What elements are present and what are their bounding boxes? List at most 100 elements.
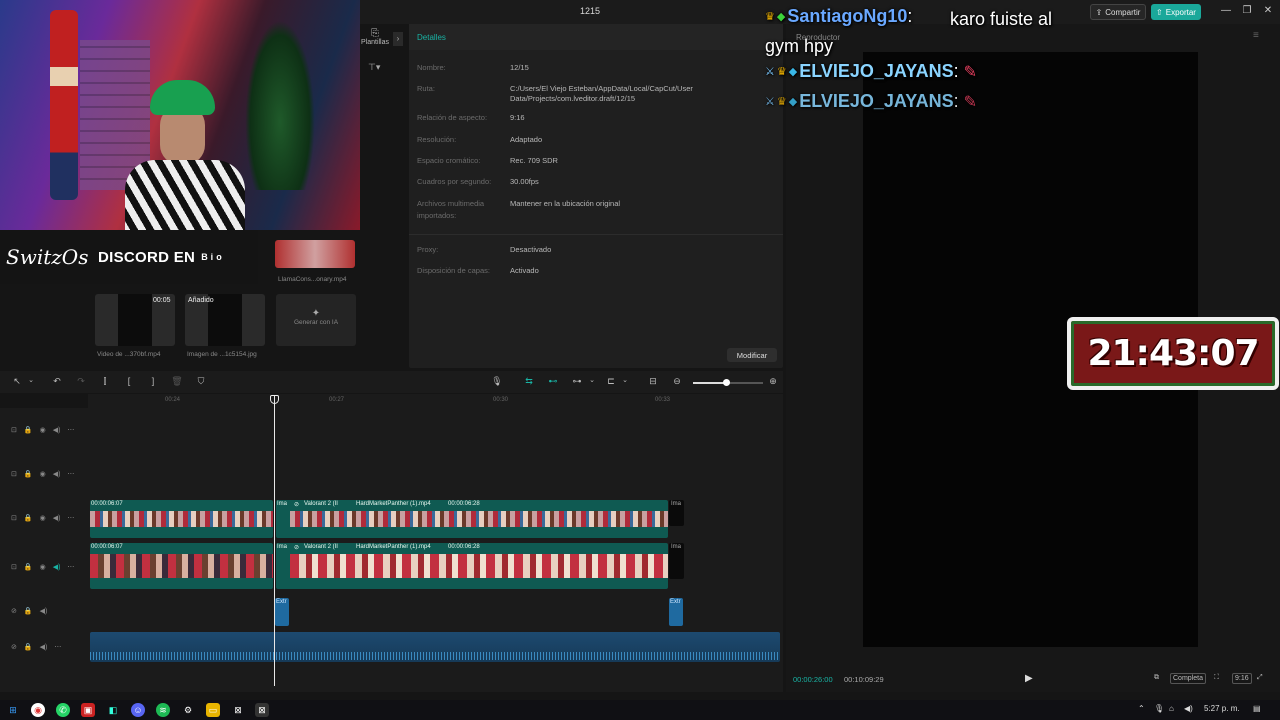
capcut-icon[interactable]: ⊠ [231, 703, 245, 717]
collapse-chevron-icon[interactable]: › [393, 32, 403, 46]
audio-clip[interactable] [90, 632, 780, 662]
tray-chevron-up-icon[interactable]: ⌃ [1138, 704, 1145, 713]
lock-icon[interactable]: 🔒 [24, 607, 33, 615]
eye-icon[interactable]: ◉ [40, 563, 46, 571]
trim-left-icon[interactable]: [ [122, 376, 136, 386]
chevron-down-icon[interactable]: ⌄ [585, 376, 599, 384]
zoom-out-icon[interactable]: ⊖ [670, 376, 684, 387]
expand-icon[interactable]: ⤢ [1255, 673, 1265, 684]
windows-start-icon[interactable]: ⊞ [6, 703, 20, 717]
notification-icon[interactable]: ▤ [1253, 704, 1261, 713]
delete-icon[interactable]: 🗑 [170, 376, 184, 387]
chevron-down-icon[interactable]: ⌄ [24, 376, 38, 384]
undo-icon[interactable]: ↶ [50, 376, 64, 387]
filter-icon[interactable]: ⊤▾ [368, 62, 380, 73]
redo-icon[interactable]: ↷ [74, 376, 88, 387]
audio-icon[interactable]: ◀) [53, 470, 61, 478]
magnet-icon[interactable]: ⊷ [546, 376, 560, 387]
effect-clip[interactable]: Extr [275, 598, 289, 626]
more-icon[interactable]: ⋯ [67, 563, 74, 571]
close-button[interactable]: ✕ [1261, 5, 1275, 16]
modify-button[interactable]: Modificar [727, 348, 777, 362]
clock-time[interactable]: 5:27 p. m. [1204, 704, 1240, 713]
discord-icon[interactable]: ☺ [131, 703, 145, 717]
media-thumb[interactable]: 00:05 [95, 294, 175, 346]
maximize-button[interactable]: ❐ [1240, 5, 1254, 16]
media-thumb[interactable]: Añadido [185, 294, 265, 346]
link-clips-icon[interactable]: ⊶ [570, 376, 584, 387]
playhead-handle[interactable] [270, 395, 279, 404]
link-icon[interactable]: ⇆ [522, 376, 536, 387]
volume-icon[interactable]: ◀) [1184, 704, 1193, 713]
chrome-icon[interactable]: ◉ [31, 703, 45, 717]
full-quality-button[interactable]: Completa [1170, 673, 1206, 684]
audio-icon[interactable]: ◀) [53, 563, 61, 571]
snap-icon[interactable]: ⊏ [604, 376, 618, 387]
audio-icon[interactable]: ◀) [40, 643, 48, 651]
export-button[interactable]: ⇧ Exportar [1151, 4, 1201, 20]
lock-icon[interactable]: 🔒 [24, 426, 33, 434]
menu-icon[interactable]: ≡ [1253, 30, 1259, 41]
lock-icon[interactable]: 🔒 [24, 514, 33, 522]
trim-right-icon[interactable]: ] [146, 376, 160, 386]
shield-icon[interactable]: ⛉ [194, 376, 208, 387]
templates-tab[interactable]: ⎘ Plantillas [360, 28, 390, 46]
track-thumb-icon[interactable]: ⊡ [11, 514, 17, 522]
whatsapp-icon[interactable]: ✆ [56, 703, 70, 717]
audio-icon[interactable]: ◀) [40, 607, 48, 615]
media-thumb[interactable] [275, 240, 355, 268]
playhead[interactable] [274, 396, 275, 686]
audio-track-icon[interactable]: ⊘ [11, 643, 17, 651]
network-icon[interactable]: ⌂ [1169, 704, 1174, 713]
details-title: Detalles [417, 33, 446, 42]
zoom-in-icon[interactable]: ⊕ [766, 376, 780, 387]
emote-icon: ✎ [963, 94, 978, 111]
more-icon[interactable]: ⋯ [67, 514, 74, 522]
share-button[interactable]: ⇪ Compartir [1090, 4, 1146, 20]
eye-icon[interactable]: ◉ [40, 426, 46, 434]
eye-icon[interactable]: ◉ [40, 514, 46, 522]
more-icon[interactable]: ⋯ [67, 426, 74, 434]
capcut-active-icon[interactable]: ⊠ [255, 703, 269, 717]
discord-text: DISCORD EN [98, 248, 196, 266]
play-icon[interactable]: ▶ [1025, 673, 1033, 684]
split-icon[interactable]: ⫿ [98, 376, 112, 387]
generate-ai-card[interactable]: ✦ Generar con IA [276, 294, 356, 346]
microphone-icon[interactable]: 🎙 [1154, 704, 1164, 713]
file-explorer-icon[interactable]: ▭ [206, 703, 220, 717]
app-icon[interactable]: ◧ [106, 703, 120, 717]
lock-icon[interactable]: 🔒 [24, 563, 33, 571]
video-clip[interactable]: Ima ⊘ Valorant 2 (II HardMarketPanther (… [276, 500, 668, 538]
track-thumb-icon[interactable]: ⊡ [11, 563, 17, 571]
crop-icon[interactable]: ⧉ [1152, 673, 1161, 684]
ratio-button[interactable]: 9:16 [1232, 673, 1252, 684]
video-clip[interactable]: Ima ⊘ Valorant 2 (II HardMarketPanther (… [276, 543, 668, 589]
microphone-icon[interactable]: 🎙 [490, 376, 504, 387]
video-clip[interactable]: Ima [669, 543, 684, 579]
lock-icon[interactable]: 🔒 [24, 470, 33, 478]
fullscreen-icon[interactable]: ⛶ [1212, 673, 1221, 684]
audio-icon[interactable]: ◀) [53, 514, 61, 522]
audio-icon[interactable]: ◀) [53, 426, 61, 434]
effect-track-icon[interactable]: ⊘ [11, 607, 17, 615]
more-icon[interactable]: ⋯ [54, 643, 61, 651]
video-clip[interactable]: 00:00:06:07 [90, 543, 273, 589]
detail-value: Adaptado [510, 135, 543, 144]
video-clip[interactable]: Ima [669, 500, 684, 526]
zoom-slider-handle[interactable] [723, 379, 730, 386]
lock-icon[interactable]: 🔒 [24, 643, 33, 651]
timeline-ruler[interactable] [88, 394, 783, 408]
select-tool-icon[interactable]: ↖ [10, 376, 24, 387]
effect-clip[interactable]: Extr [669, 598, 683, 626]
video-clip[interactable]: 00:00:06:07 [90, 500, 273, 538]
chevron-down-icon[interactable]: ⌄ [618, 376, 632, 384]
news-app-icon[interactable]: ▣ [81, 703, 95, 717]
settings-gear-icon[interactable]: ⚙ [181, 703, 195, 717]
track-thumb-icon[interactable]: ⊡ [11, 470, 17, 478]
minimize-button[interactable]: — [1219, 5, 1233, 16]
preview-axis-icon[interactable]: ⊟ [646, 376, 660, 387]
track-thumb-icon[interactable]: ⊡ [11, 426, 17, 434]
more-icon[interactable]: ⋯ [67, 470, 74, 478]
eye-icon[interactable]: ◉ [40, 470, 46, 478]
spotify-icon[interactable]: ≋ [156, 703, 170, 717]
